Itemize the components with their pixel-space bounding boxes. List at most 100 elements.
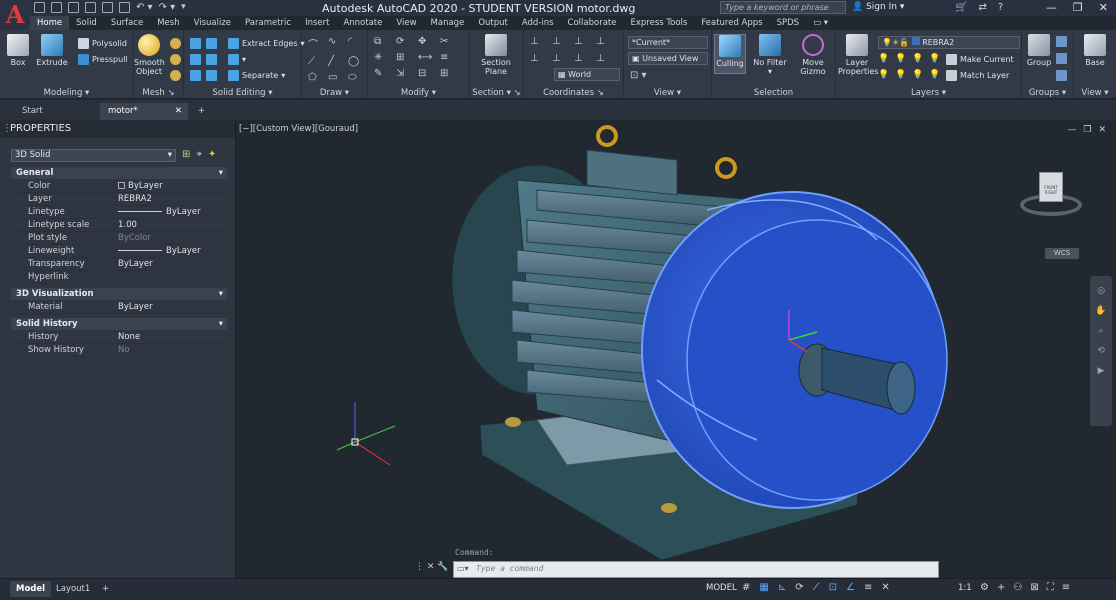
line-icon[interactable]: ╱ — [328, 56, 344, 67]
grid-icon[interactable]: # — [742, 582, 750, 593]
polar-icon[interactable]: ⟳ — [795, 582, 803, 593]
polygon-icon[interactable]: ⬠ — [308, 72, 324, 83]
view-panel-title[interactable]: View ▾ — [624, 88, 711, 98]
command-line[interactable]: ▭▾ Type a command — [453, 561, 939, 578]
culling-button[interactable]: Culling — [714, 34, 746, 74]
prop-row-layer[interactable]: Layer REBRA2 — [11, 193, 227, 206]
ucs-icon[interactable]: ⊥ — [530, 36, 546, 47]
prop-row-color[interactable]: Color ByLayer — [11, 180, 227, 193]
section-panel-title[interactable]: Section ▾ ↘ — [470, 88, 523, 98]
match-layer-button[interactable]: Match Layer — [946, 70, 1009, 81]
extrude-button[interactable]: Extrude — [36, 34, 68, 67]
ucs-z-icon[interactable]: ⊥ — [596, 36, 612, 47]
command-input[interactable]: Type a command — [476, 564, 543, 573]
layers-panel-title[interactable]: Layers ▾ — [836, 88, 1021, 98]
drawing-viewport[interactable]: [−][Custom View][Gouraud] — ❐ ✕ FRONT RI… — [237, 120, 1116, 578]
smooth-object-button[interactable]: Smooth Object — [134, 34, 165, 76]
tab-output[interactable]: Output — [471, 16, 515, 30]
doc-tab-motor[interactable]: motor* ✕ — [100, 103, 188, 120]
search-input[interactable]: Type a keyword or phrase — [720, 1, 846, 14]
prop-row-show-history[interactable]: Show History No — [11, 344, 227, 357]
open-icon[interactable] — [51, 2, 62, 13]
erase-icon[interactable]: ✎ — [374, 68, 392, 79]
selection-panel-title[interactable]: Selection — [712, 88, 835, 98]
ucs-view-icon[interactable]: ⊥ — [596, 53, 612, 64]
annotation-icon[interactable]: ✕ — [881, 582, 889, 593]
model-space-toggle[interactable]: MODEL — [706, 583, 737, 593]
slice-icon[interactable] — [206, 54, 217, 65]
close-icon[interactable]: ✕ — [1099, 1, 1108, 14]
tab-visualize[interactable]: Visualize — [187, 16, 238, 30]
ucs-world-dropdown[interactable]: ▦ World — [554, 68, 620, 81]
layer-unlock-icon[interactable]: 💡 — [929, 70, 943, 80]
prop-row-transparency[interactable]: Transparency ByLayer — [11, 258, 227, 271]
ucs-origin-icon[interactable]: ⊥ — [530, 53, 546, 64]
undo-icon[interactable]: ↶ ▾ — [136, 2, 153, 13]
stretch-icon[interactable]: ⇲ — [396, 68, 414, 79]
prop-row-linetype[interactable]: Linetype ByLayer — [11, 206, 227, 219]
prop-row-linetype-scale[interactable]: Linetype scale 1.00 — [11, 219, 227, 232]
extract-edges-button[interactable]: Extract Edges ▾ — [228, 38, 305, 49]
copy-icon[interactable]: ⧉ — [374, 36, 392, 47]
base-button[interactable]: Base — [1079, 34, 1111, 67]
cart-icon[interactable]: 🛒 — [955, 2, 967, 13]
coordinates-panel-title[interactable]: Coordinates ↘ — [524, 88, 623, 98]
section-solid-history[interactable]: Solid History ▾ — [11, 318, 227, 330]
tab-manage[interactable]: Manage — [424, 16, 472, 30]
viewports-icon[interactable]: ⊡ ▾ — [630, 70, 647, 81]
layer-isolate-icon[interactable]: 💡 — [895, 54, 909, 64]
prop-row-history[interactable]: History None — [11, 331, 227, 344]
section-3d-visualization[interactable]: 3D Visualization ▾ — [11, 288, 227, 300]
showmotion-icon[interactable]: ▶ — [1098, 366, 1105, 376]
prop-row-lineweight[interactable]: Lineweight ByLayer — [11, 245, 227, 258]
grid-array-icon[interactable]: ⊞ — [440, 68, 458, 79]
tab-solid[interactable]: Solid — [69, 16, 104, 30]
tab-featured-apps[interactable]: Featured Apps — [694, 16, 769, 30]
mesh-refine-icon[interactable] — [170, 38, 181, 49]
subtract-icon[interactable] — [190, 54, 201, 65]
prop-row-plot-style[interactable]: Plot style ByColor — [11, 232, 227, 245]
customize-icon[interactable]: 🔧 — [437, 562, 448, 572]
tab-express-tools[interactable]: Express Tools — [623, 16, 694, 30]
gear-icon[interactable]: ⚙ — [980, 582, 989, 593]
modify-panel-title[interactable]: Modify ▾ — [368, 88, 469, 98]
tab-mesh[interactable]: Mesh — [150, 16, 186, 30]
thicken-icon[interactable] — [206, 70, 217, 81]
section-plane-button[interactable]: Section Plane — [480, 34, 512, 76]
circle-icon[interactable]: ◯ — [348, 56, 364, 67]
annotation-scale[interactable]: 1:1 — [958, 583, 972, 593]
separate-button[interactable]: Separate ▾ — [228, 70, 285, 81]
mirror-icon[interactable]: ⟷ — [418, 52, 436, 63]
layer-on-icon[interactable]: 💡 — [878, 70, 892, 80]
ucs-y-icon[interactable]: ⊥ — [574, 36, 590, 47]
solid-editing-panel-title[interactable]: Solid Editing ▾ — [184, 88, 301, 98]
move-icon[interactable]: ✥ — [418, 36, 436, 47]
new-tab-button[interactable]: + — [190, 103, 213, 120]
spline-icon[interactable]: ∿ — [328, 36, 344, 51]
ucs-object-icon[interactable]: ⊥ — [552, 53, 568, 64]
tab-addins[interactable]: Add-ins — [515, 16, 561, 30]
layer-properties-button[interactable]: Layer Properties — [838, 34, 878, 76]
orbit-icon[interactable]: ⟲ — [1097, 346, 1105, 356]
motor-model[interactable] — [237, 120, 1116, 578]
ribbon-toggle-icon[interactable]: ▭ ▾ — [806, 16, 835, 30]
array-icon[interactable]: ⊞ — [396, 52, 414, 63]
prop-row-hyperlink[interactable]: Hyperlink — [11, 271, 227, 284]
mesh-crease-icon[interactable] — [170, 54, 181, 65]
fillet-edge-button[interactable]: ▾ — [228, 54, 246, 65]
mesh-uncrease-icon[interactable] — [170, 70, 181, 81]
tab-view[interactable]: View — [389, 16, 423, 30]
save-as-icon[interactable] — [85, 2, 96, 13]
quick-select-icon[interactable]: ✦ — [208, 149, 216, 160]
clean-screen-icon[interactable]: ⛶ — [1047, 582, 1054, 593]
align-icon[interactable]: ⊟ — [418, 68, 436, 79]
rectangle-icon[interactable]: ▭ — [328, 72, 344, 83]
group-button[interactable]: Group — [1024, 34, 1054, 67]
close-tab-icon[interactable]: ✕ — [175, 103, 182, 120]
modeling-panel-title[interactable]: Modeling ▾ — [0, 88, 133, 98]
move-gizmo-button[interactable]: Move Gizmo — [796, 34, 830, 76]
plus-icon[interactable]: + — [997, 582, 1005, 593]
tab-spds[interactable]: SPDS — [770, 16, 806, 30]
group-select-icon[interactable] — [1056, 70, 1067, 81]
command-close-icon[interactable]: ✕ — [427, 562, 435, 572]
